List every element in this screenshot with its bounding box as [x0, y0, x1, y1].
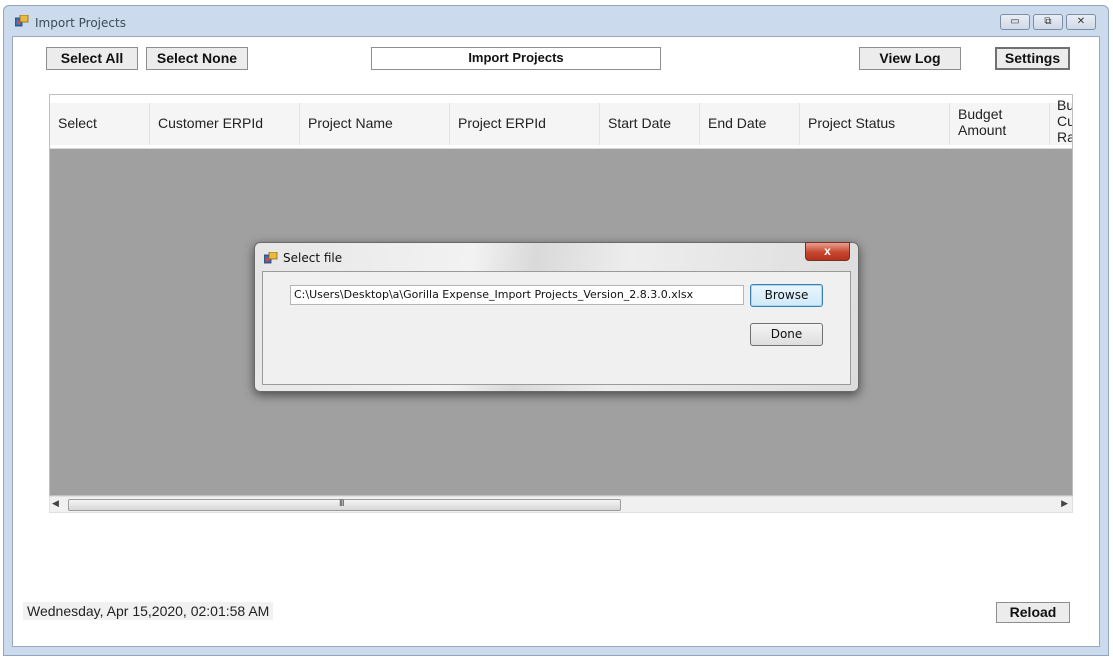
- column-header-project-status[interactable]: Project Status: [800, 103, 950, 145]
- column-header-start-date[interactable]: Start Date: [600, 103, 700, 145]
- scroll-right-arrow-icon[interactable]: ▶: [1061, 498, 1068, 509]
- scrollbar-grip: III: [339, 498, 344, 508]
- status-datetime: Wednesday, Apr 15,2020, 02:01:58 AM: [23, 602, 274, 620]
- maximize-icon: ⧉: [1044, 16, 1052, 27]
- reload-button[interactable]: Reload: [996, 602, 1070, 623]
- column-header-end-date[interactable]: End Date: [700, 103, 800, 145]
- close-button[interactable]: ✕: [1066, 14, 1096, 30]
- column-header-budget-amount[interactable]: Budget Amount: [950, 103, 1050, 145]
- dialog-close-button[interactable]: x: [805, 242, 850, 261]
- select-none-button[interactable]: Select None: [146, 47, 248, 70]
- file-path-input[interactable]: C:\Users\Desktop\a\Gorilla Expense_Impor…: [290, 285, 744, 305]
- settings-button[interactable]: Settings: [995, 47, 1070, 70]
- maximize-button[interactable]: ⧉: [1033, 14, 1063, 30]
- select-file-dialog: Select file x C:\Users\Desktop\a\Gorilla…: [254, 242, 859, 392]
- grid-header: Select Customer ERPId Project Name Proje…: [50, 95, 1072, 149]
- scrollbar-thumb[interactable]: III: [68, 498, 621, 511]
- column-header-customer-erpid[interactable]: Customer ERPId: [150, 103, 300, 145]
- title-bar[interactable]: Import Projects ▭ ⧉ ✕: [4, 6, 1108, 34]
- select-all-button[interactable]: Select All: [46, 47, 138, 70]
- column-header-budget-currency-rate[interactable]: Bu Cu Ra: [1050, 97, 1072, 145]
- window-title: Import Projects: [35, 16, 126, 30]
- dialog-title: Select file: [283, 251, 343, 265]
- dialog-window-icon: [264, 252, 278, 264]
- minimize-button[interactable]: ▭: [1000, 14, 1030, 30]
- column-header-project-erpid[interactable]: Project ERPId: [450, 103, 600, 145]
- column-header-project-name[interactable]: Project Name: [300, 103, 450, 145]
- minimize-icon: ▭: [1010, 16, 1020, 27]
- browse-button[interactable]: Browse: [750, 284, 823, 307]
- dialog-body: C:\Users\Desktop\a\Gorilla Expense_Impor…: [262, 271, 851, 385]
- close-icon: x: [824, 244, 831, 258]
- close-icon: ✕: [1076, 16, 1086, 27]
- import-projects-button[interactable]: Import Projects: [371, 47, 661, 70]
- horizontal-scrollbar[interactable]: ◀ III ▶: [49, 496, 1073, 513]
- view-log-button[interactable]: View Log: [859, 47, 961, 70]
- done-button[interactable]: Done: [750, 323, 823, 346]
- column-header-select[interactable]: Select: [50, 103, 150, 145]
- app-window-icon: [15, 15, 29, 27]
- scroll-left-arrow-icon[interactable]: ◀: [52, 498, 59, 509]
